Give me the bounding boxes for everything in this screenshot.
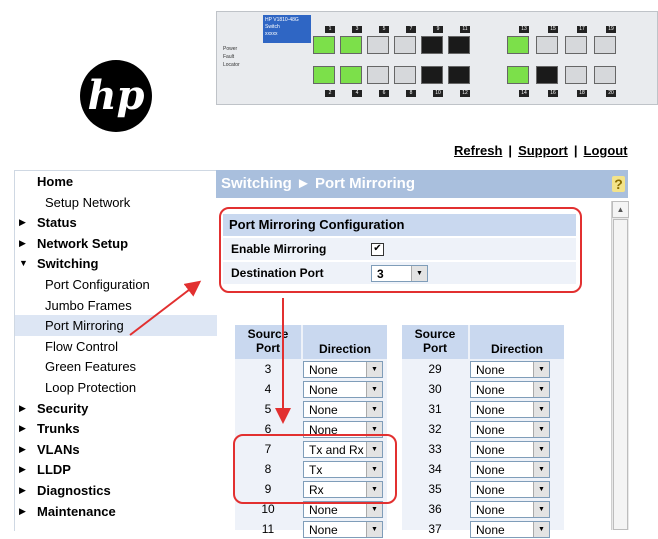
- arrow-to-config: [129, 280, 202, 336]
- annotation-arrows: [129, 280, 291, 424]
